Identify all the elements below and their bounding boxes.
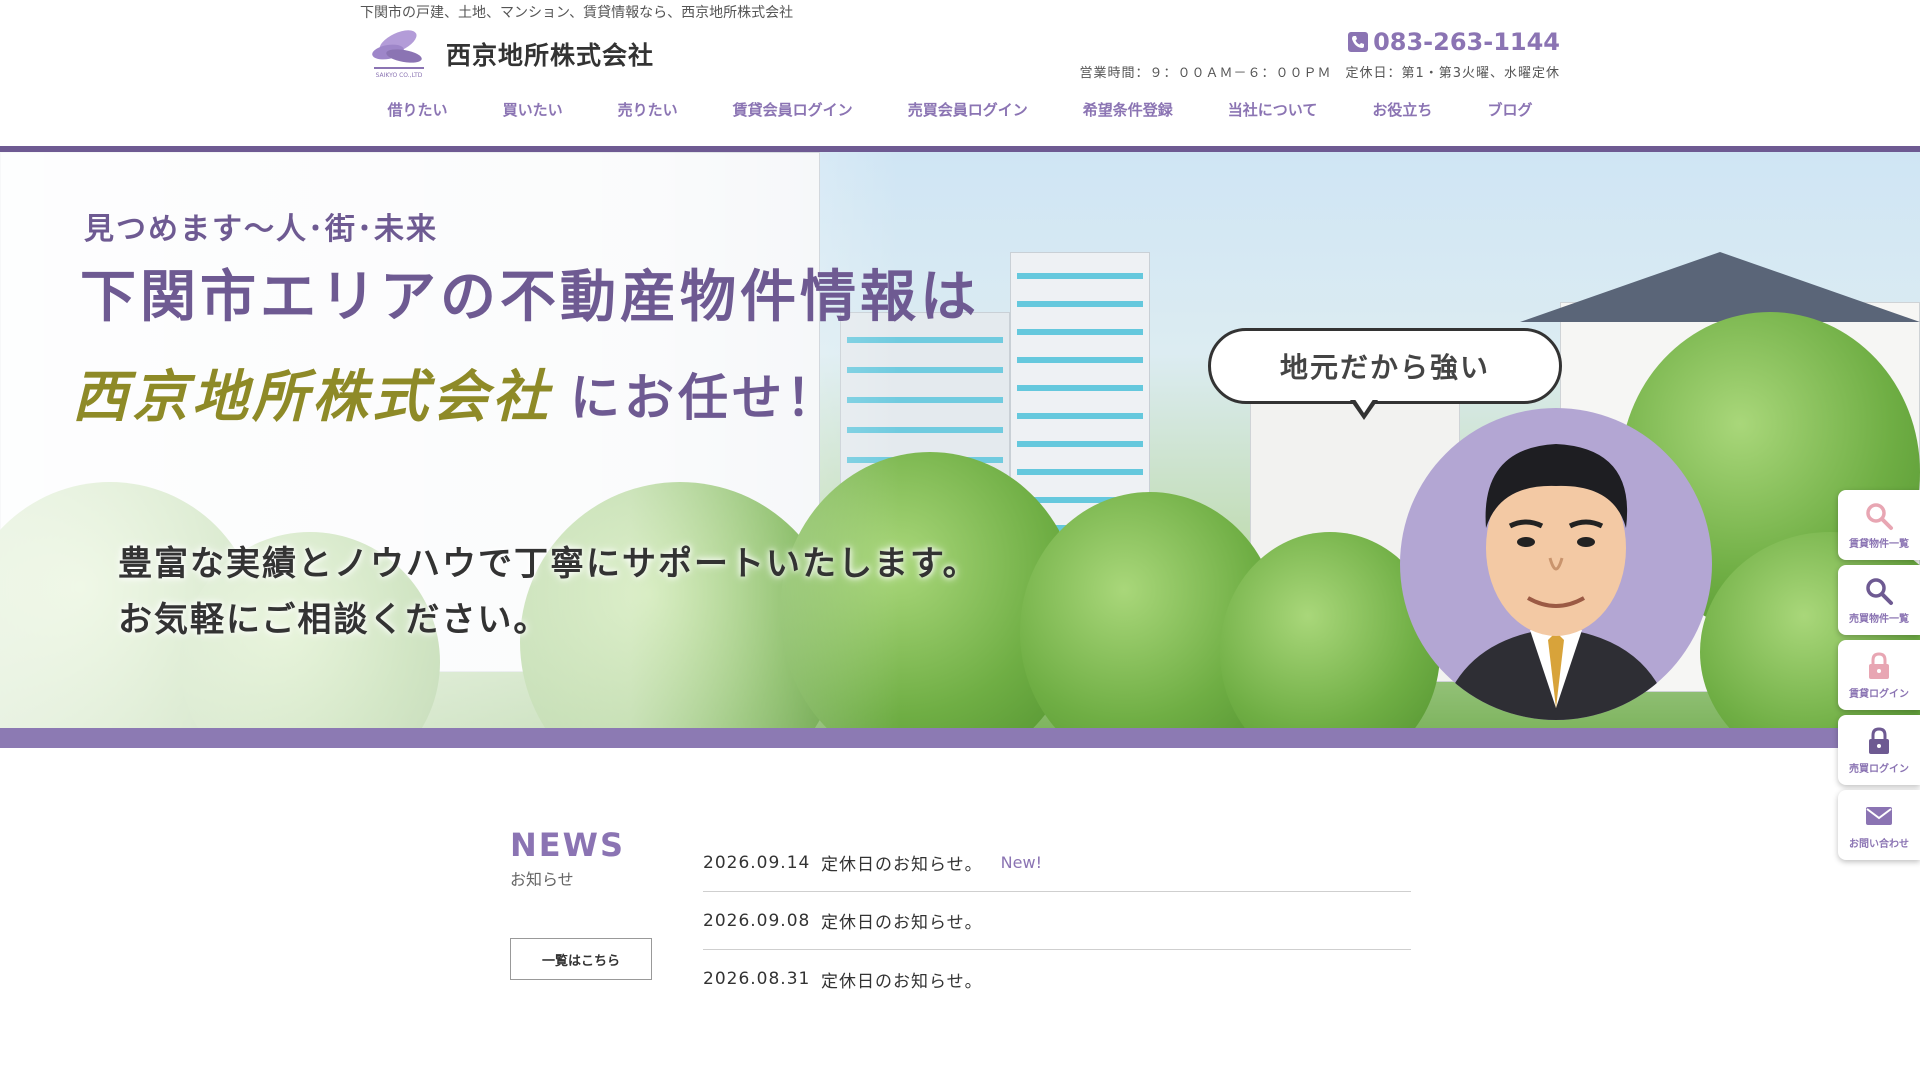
hero-slogan-small: 見つめます〜人･街･未来 bbox=[84, 212, 438, 247]
side-button-label: 賃貸ログイン bbox=[1849, 688, 1909, 700]
nav-item-sales-member-login[interactable]: 売買会員ログイン bbox=[900, 95, 1036, 124]
news-item[interactable]: 2026.09.08 定休日のお知らせ。 bbox=[703, 892, 1411, 950]
search-icon bbox=[1866, 502, 1893, 530]
speech-bubble-tail-fill bbox=[1354, 398, 1374, 413]
business-hours: 営業時間：９：００ＡＭ－６：００ＰＭ 定休日：第1・第3火曜、水曜定休 bbox=[1079, 66, 1560, 81]
news-date: 2026.09.08 bbox=[703, 910, 811, 931]
nav-item-blog[interactable]: ブログ bbox=[1479, 95, 1540, 124]
search-icon bbox=[1866, 577, 1893, 605]
news-text: 定休日のお知らせ。 bbox=[821, 913, 983, 933]
news-heading: NEWS bbox=[510, 826, 625, 864]
hero-bottom-border bbox=[0, 728, 1920, 748]
mail-icon bbox=[1866, 806, 1892, 825]
side-button-rental-login[interactable]: 賃貸ログイン bbox=[1838, 640, 1920, 710]
staff-portrait bbox=[1400, 408, 1712, 720]
side-button-contact[interactable]: お問い合わせ bbox=[1838, 790, 1920, 860]
roof bbox=[1520, 252, 1920, 322]
side-button-label: 賃貸物件一覧 bbox=[1849, 538, 1909, 550]
phone-text: 083-263-1144 bbox=[1373, 28, 1560, 56]
nav-item-sell[interactable]: 売りたい bbox=[610, 95, 686, 124]
company-name[interactable]: 西京地所株式会社 bbox=[446, 36, 654, 72]
new-badge: New! bbox=[1000, 853, 1042, 872]
nav-item-rental-member-login[interactable]: 賃貸会員ログイン bbox=[725, 95, 861, 124]
logo-text: SAIKYO CO.,LTD bbox=[375, 72, 423, 79]
side-button-label: 売買ログイン bbox=[1849, 763, 1909, 775]
hero-support-line-2: お気軽にご相談ください。 bbox=[118, 600, 550, 640]
side-button-sales-login[interactable]: 売買ログイン bbox=[1838, 715, 1920, 785]
hero-slogan-company: 西京地所株式会社 bbox=[72, 364, 552, 430]
news-text: 定休日のお知らせ。 bbox=[821, 855, 983, 875]
phone-number[interactable]: 083-263-1144 bbox=[1347, 28, 1560, 56]
news-item[interactable]: 2026.08.31 定休日のお知らせ。 bbox=[703, 950, 1411, 1008]
site-tagline: 下関市の戸建、土地、マンション、賃貸情報なら、西京地所株式会社 bbox=[360, 5, 794, 21]
hero-slogan-main: 下関市エリアの不動産物件情報は bbox=[80, 264, 980, 330]
side-button-label: お問い合わせ bbox=[1849, 838, 1909, 850]
nav-item-rent[interactable]: 借りたい bbox=[380, 95, 456, 124]
news-list: 2026.09.14 定休日のお知らせ。 New! 2026.09.08 定休日… bbox=[703, 834, 1411, 1008]
lock-icon bbox=[1869, 726, 1889, 754]
hero-support-line-1: 豊富な実績とノウハウで丁寧にサポートいたします。 bbox=[118, 544, 979, 584]
nav-item-buy[interactable]: 買いたい bbox=[495, 95, 571, 124]
phone-icon bbox=[1348, 32, 1369, 52]
hero-slogan-tail: にお任せ！ bbox=[570, 368, 840, 427]
nav-item-about[interactable]: 当社について bbox=[1220, 95, 1326, 124]
hero-banner: 見つめます〜人･街･未来 下関市エリアの不動産物件情報は 西京地所株式会社 にお… bbox=[0, 152, 1920, 728]
news-subheading: お知らせ bbox=[510, 870, 574, 889]
news-date: 2026.08.31 bbox=[703, 969, 811, 989]
main-nav: 借りたい 買いたい 売りたい 賃貸会員ログイン 売買会員ログイン 希望条件登録 … bbox=[360, 92, 1560, 126]
news-text: 定休日のお知らせ。 bbox=[821, 971, 983, 992]
side-button-rental-list[interactable]: 賃貸物件一覧 bbox=[1838, 490, 1920, 560]
side-button-sales-list[interactable]: 売買物件一覧 bbox=[1838, 565, 1920, 635]
nav-item-useful[interactable]: お役立ち bbox=[1364, 95, 1440, 124]
news-item[interactable]: 2026.09.14 定休日のお知らせ。 New! bbox=[703, 834, 1411, 892]
news-date: 2026.09.14 bbox=[703, 852, 811, 873]
man-portrait-icon bbox=[1440, 444, 1672, 720]
company-logo[interactable]: SAIKYO CO.,LTD bbox=[368, 20, 430, 82]
nav-item-preferences[interactable]: 希望条件登録 bbox=[1075, 95, 1181, 124]
speech-bubble: 地元だから強い bbox=[1208, 328, 1562, 404]
side-button-label: 売買物件一覧 bbox=[1849, 613, 1909, 625]
news-list-button[interactable]: 一覧はこちら bbox=[510, 938, 652, 980]
lock-icon bbox=[1869, 651, 1889, 679]
